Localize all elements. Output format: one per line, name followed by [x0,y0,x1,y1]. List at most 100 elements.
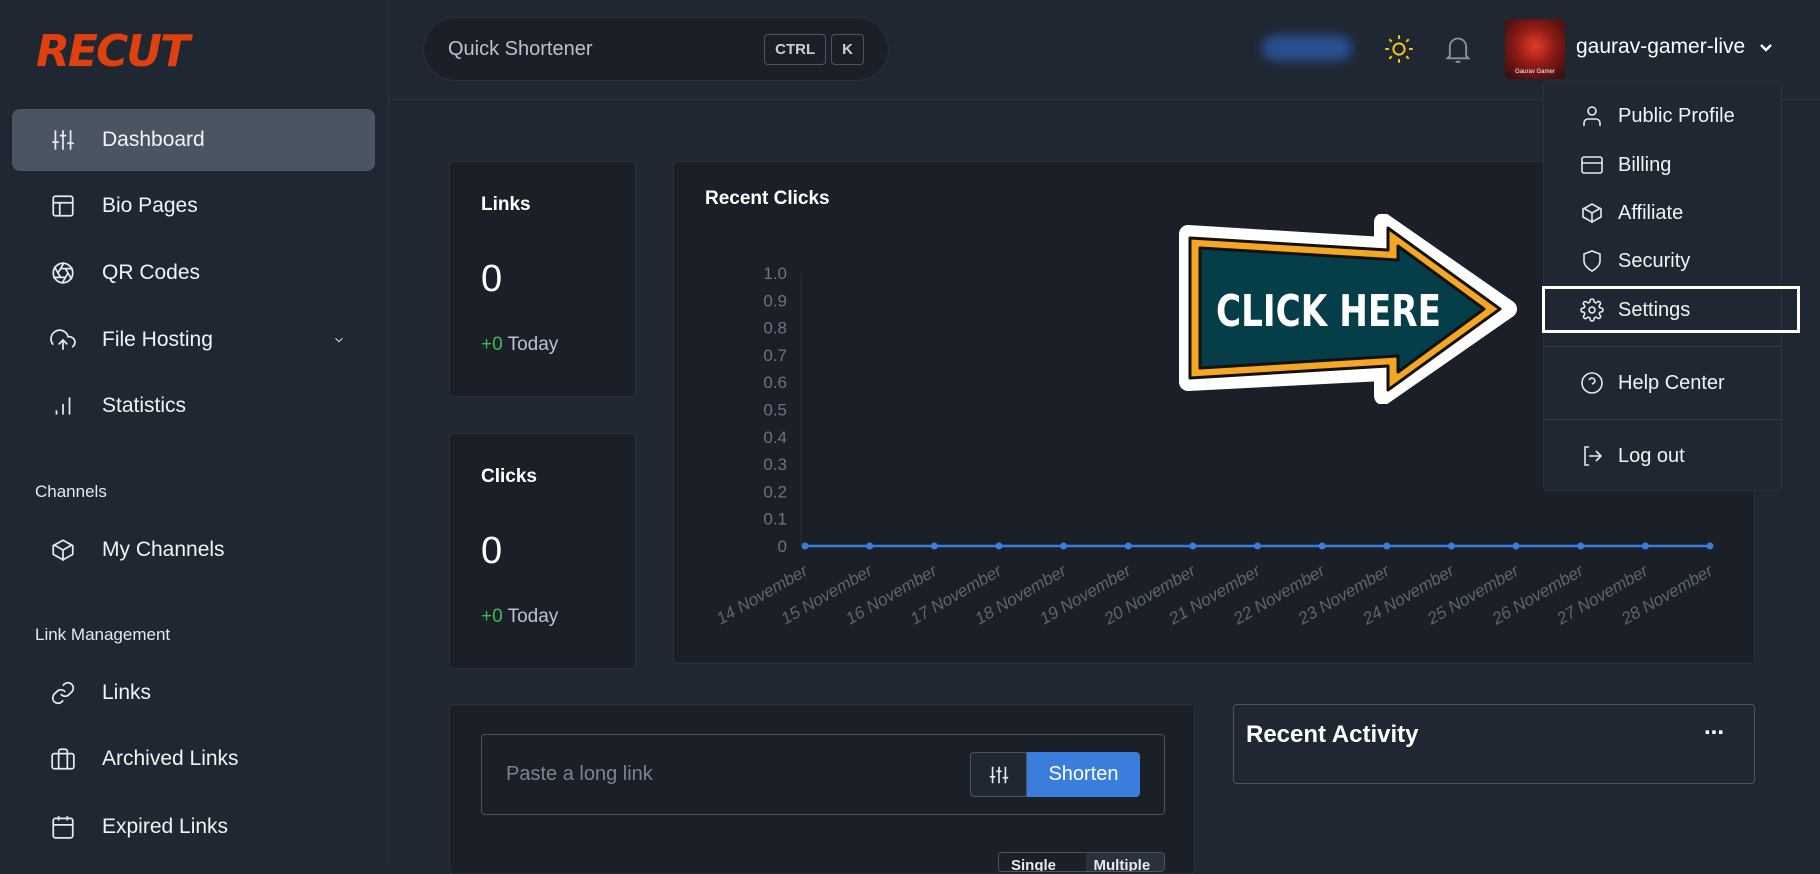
log-out-icon [1584,446,1603,466]
chevron-down-icon[interactable] [332,333,346,347]
links-value: 0 [481,258,503,300]
settings-highlight-box [1542,286,1800,333]
sidebar-item-archived-links[interactable]: Archived Links [12,728,375,790]
y-tick-label: 0.2 [763,482,787,501]
menu-item-affiliate[interactable]: Affiliate [1544,191,1783,235]
menu-item-label: Public Profile [1618,104,1735,127]
menu-item-label: Security [1618,249,1691,272]
toggle-single[interactable]: Single [999,853,1086,871]
bar-chart-icon [55,397,71,415]
sidebar-item-label: My Channels [102,538,225,561]
sidebar-item-bio-pages[interactable]: Bio Pages [12,175,375,237]
y-tick-label: 0.8 [763,319,787,338]
data-point [930,542,938,550]
sidebar-item-file-hosting[interactable]: File Hosting [12,309,375,371]
data-point [866,542,874,550]
recent-activity-card: Recent Activity ... [1233,704,1755,784]
kbd-ctrl: CTRL [764,33,827,65]
kbd-k: K [831,33,864,65]
sidebar-item-label: Expired Links [102,815,229,838]
data-point [1447,542,1455,550]
data-point [1512,542,1520,550]
click-here-arrow-annotation: CLICK HERE [1179,214,1517,404]
sidebar-item-label: Links [102,681,152,704]
menu-item-label: Log out [1618,444,1685,467]
sidebar-item-statistics[interactable]: Statistics [12,375,375,437]
menu-divider [1544,346,1783,347]
sidebar: RECUT Dashboard Bio Pages QR Codes File Hos… [0,0,389,864]
sun-icon[interactable] [1384,34,1414,64]
data-point [1060,542,1068,550]
sidebar-item-qr-codes[interactable]: QR Codes [12,242,375,304]
sidebar-item-label: Archived Links [102,747,239,770]
box-icon [1582,203,1602,223]
menu-item-security[interactable]: Security [1544,239,1783,283]
data-point [1124,542,1132,550]
links-title: Links [481,194,531,215]
links-stat-card: Links 0 +0 Today [449,161,636,397]
chevron-down-icon[interactable] [1758,41,1774,55]
options-button[interactable] [970,752,1027,797]
data-point [1383,542,1391,550]
sliders-icon [989,766,1008,783]
data-point [1318,542,1326,550]
sidebar-item-label: Dashboard [102,128,205,151]
avatar[interactable]: Gaurav Gamer [1505,19,1565,79]
links-today: +0 Today [481,334,559,355]
shield-icon [1583,250,1601,272]
menu-item-log-out[interactable]: Log out [1544,434,1783,478]
sidebar-item-label: QR Codes [102,261,201,284]
toggle-multiple[interactable]: Multiple [1085,853,1164,871]
username[interactable]: gaurav-gamer-live [1576,35,1745,59]
sidebar-item-links[interactable]: Links [12,662,375,724]
bell-icon[interactable] [1444,33,1472,65]
single-multiple-toggle[interactable]: Single Multiple [998,852,1165,872]
user-icon [1583,106,1601,126]
data-point [1189,542,1197,550]
menu-item-label: Billing [1618,153,1672,176]
layout-icon [52,195,74,217]
quick-shortener-search[interactable]: Quick Shortener CTRL K [423,17,889,81]
data-point [1254,542,1261,550]
data-point [1641,542,1649,550]
shorten-button[interactable]: Shorten [1027,752,1140,797]
sidebar-item-label: Bio Pages [102,194,198,217]
link-icon [51,681,75,705]
menu-divider [1544,419,1783,420]
logo: RECUT [36,26,190,77]
help-circle-icon [1581,372,1603,394]
y-tick-label: 0.7 [763,346,787,365]
sidebar-item-dashboard[interactable]: Dashboard [12,109,375,171]
clicks-title: Clicks [481,466,537,487]
menu-item-label: Help Center [1618,371,1725,394]
clicks-stat-card: Clicks 0 +0 Today [449,433,636,669]
y-tick-label: 0 [778,537,787,556]
search-placeholder: Quick Shortener [448,37,593,60]
y-tick-label: 0.6 [763,373,787,392]
more-options-icon[interactable]: ... [1704,713,1724,741]
box-icon [52,539,74,561]
menu-item-label: Affiliate [1618,201,1684,224]
sidebar-item-expired-links[interactable]: Expired Links [12,796,375,858]
y-tick-label: 0.9 [763,291,787,310]
clicks-today: +0 Today [481,606,559,627]
sliders-icon [52,130,74,150]
menu-item-public-profile[interactable]: Public Profile [1544,94,1783,138]
data-point [995,542,1003,550]
section-link-management: Link Management [35,625,171,644]
menu-item-help-center[interactable]: Help Center [1544,361,1783,405]
calendar-icon [52,816,74,839]
data-point [1577,542,1585,550]
upload-cloud-icon [50,329,76,350]
blurred-badge [1262,35,1352,61]
briefcase-icon [51,748,75,770]
y-tick-label: 0.1 [763,510,787,529]
input-placeholder: Paste a long link [506,763,653,785]
y-tick-label: 0.3 [763,455,787,474]
menu-item-billing[interactable]: Billing [1544,143,1783,187]
click-here-text: CLICK HERE [1216,286,1441,337]
y-tick-label: 1.0 [763,264,787,283]
sidebar-item-label: Statistics [102,394,187,417]
sidebar-item-my-channels[interactable]: My Channels [12,519,375,581]
avatar-text: Gaurav Gamer [1515,69,1555,75]
